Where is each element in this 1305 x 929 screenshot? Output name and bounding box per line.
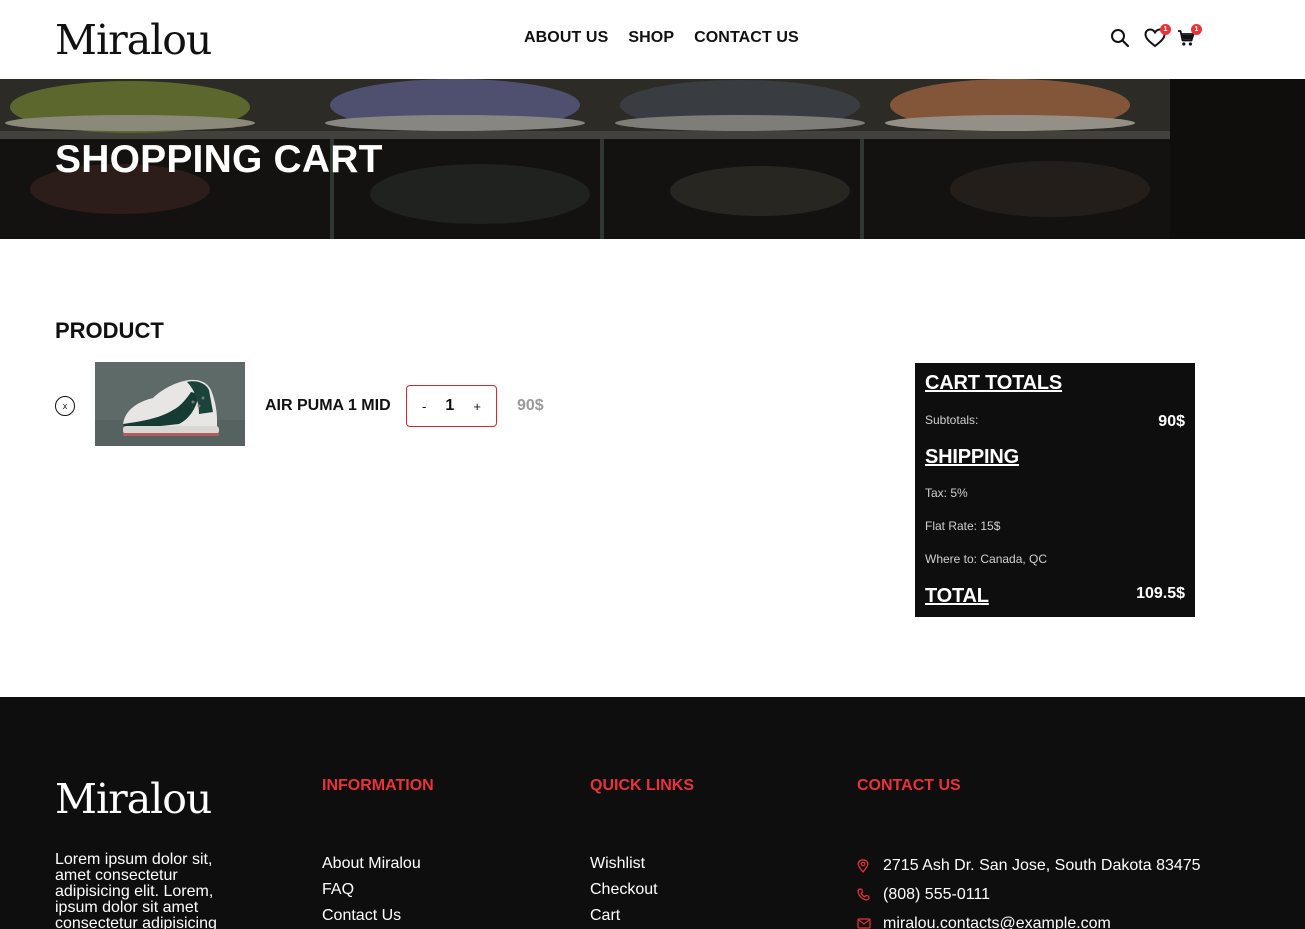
product-price: 90$ (517, 397, 544, 414)
cart-totals-panel: CART TOTALS Subtotals: 90$ SHIPPING Tax:… (915, 363, 1195, 617)
contact-phone: (808) 555-0111 (857, 880, 1201, 909)
search-icon[interactable] (1108, 26, 1132, 50)
footer-link-faq[interactable]: FAQ (322, 877, 421, 903)
cart-totals-heading: CART TOTALS (925, 372, 1063, 394)
quick-links: Wishlist Checkout Cart (590, 851, 658, 929)
footer-logo[interactable]: Miralou (55, 773, 212, 825)
tax-line: Tax: 5% (925, 486, 968, 500)
remove-item-button[interactable]: x (55, 396, 75, 416)
phone-icon (857, 888, 883, 901)
map-pin-icon (857, 858, 883, 873)
product-image[interactable] (95, 362, 245, 446)
contact-info: 2715 Ash Dr. San Jose, South Dakota 8347… (857, 851, 1201, 929)
shipping-heading: SHIPPING (925, 446, 1019, 468)
information-links: About Miralou FAQ Contact Us (322, 851, 421, 929)
flat-rate-line: Flat Rate: 15$ (925, 519, 1001, 533)
envelope-icon (857, 918, 883, 929)
total-value: 109.5$ (1136, 585, 1185, 602)
footer-link-cart[interactable]: Cart (590, 903, 658, 929)
contact-heading: CONTACT US (857, 777, 961, 794)
quantity-value[interactable]: 1 (445, 397, 454, 415)
nav-contact-us[interactable]: CONTACT US (694, 28, 799, 48)
cart-button[interactable]: 1 (1174, 24, 1202, 50)
product-column-heading: PRODUCT (55, 318, 164, 343)
nav-about-us[interactable]: ABOUT US (524, 28, 608, 48)
footer-link-contact[interactable]: Contact Us (322, 903, 421, 929)
footer-link-checkout[interactable]: Checkout (590, 877, 658, 903)
wishlist-count-badge: 1 (1160, 24, 1171, 35)
quantity-decrease-button[interactable]: - (422, 399, 426, 414)
contact-phone-text[interactable]: (808) 555-0111 (883, 885, 990, 905)
contact-address-text: 2715 Ash Dr. San Jose, South Dakota 8347… (883, 856, 1201, 874)
total-label: TOTAL (925, 585, 989, 607)
quick-links-heading: QUICK LINKS (590, 777, 694, 794)
page-banner: SHOPPING CART (0, 79, 1305, 239)
subtotals-label: Subtotals: (925, 413, 979, 427)
where-to-line: Where to: Canada, QC (925, 552, 1048, 566)
information-heading: INFORMATION (322, 777, 434, 794)
subtotals-value: 90$ (1158, 413, 1185, 430)
page-title: SHOPPING CART (55, 138, 383, 181)
cart-count-badge: 1 (1191, 24, 1202, 35)
contact-email: miralou.contacts@example.com (857, 909, 1201, 929)
site-header: Miralou ABOUT US SHOP CONTACT US 1 1 (0, 0, 1305, 79)
site-footer: Miralou Lorem ipsum dolor sit, amet cons… (0, 697, 1305, 929)
wishlist-button[interactable]: 1 (1143, 24, 1171, 50)
quantity-stepper: - 1 + (406, 385, 497, 427)
nav-shop[interactable]: SHOP (628, 28, 674, 48)
contact-email-text[interactable]: miralou.contacts@example.com (883, 914, 1111, 929)
contact-address: 2715 Ash Dr. San Jose, South Dakota 8347… (857, 851, 1201, 880)
product-name[interactable]: AIR PUMA 1 MID (265, 396, 391, 415)
footer-about-text: Lorem ipsum dolor sit, amet consectetur … (55, 851, 217, 929)
footer-link-wishlist[interactable]: Wishlist (590, 851, 658, 877)
footer-link-about[interactable]: About Miralou (322, 851, 421, 877)
main-nav: ABOUT US SHOP CONTACT US (524, 28, 799, 48)
site-logo[interactable]: Miralou (55, 14, 212, 66)
quantity-increase-button[interactable]: + (473, 399, 481, 414)
